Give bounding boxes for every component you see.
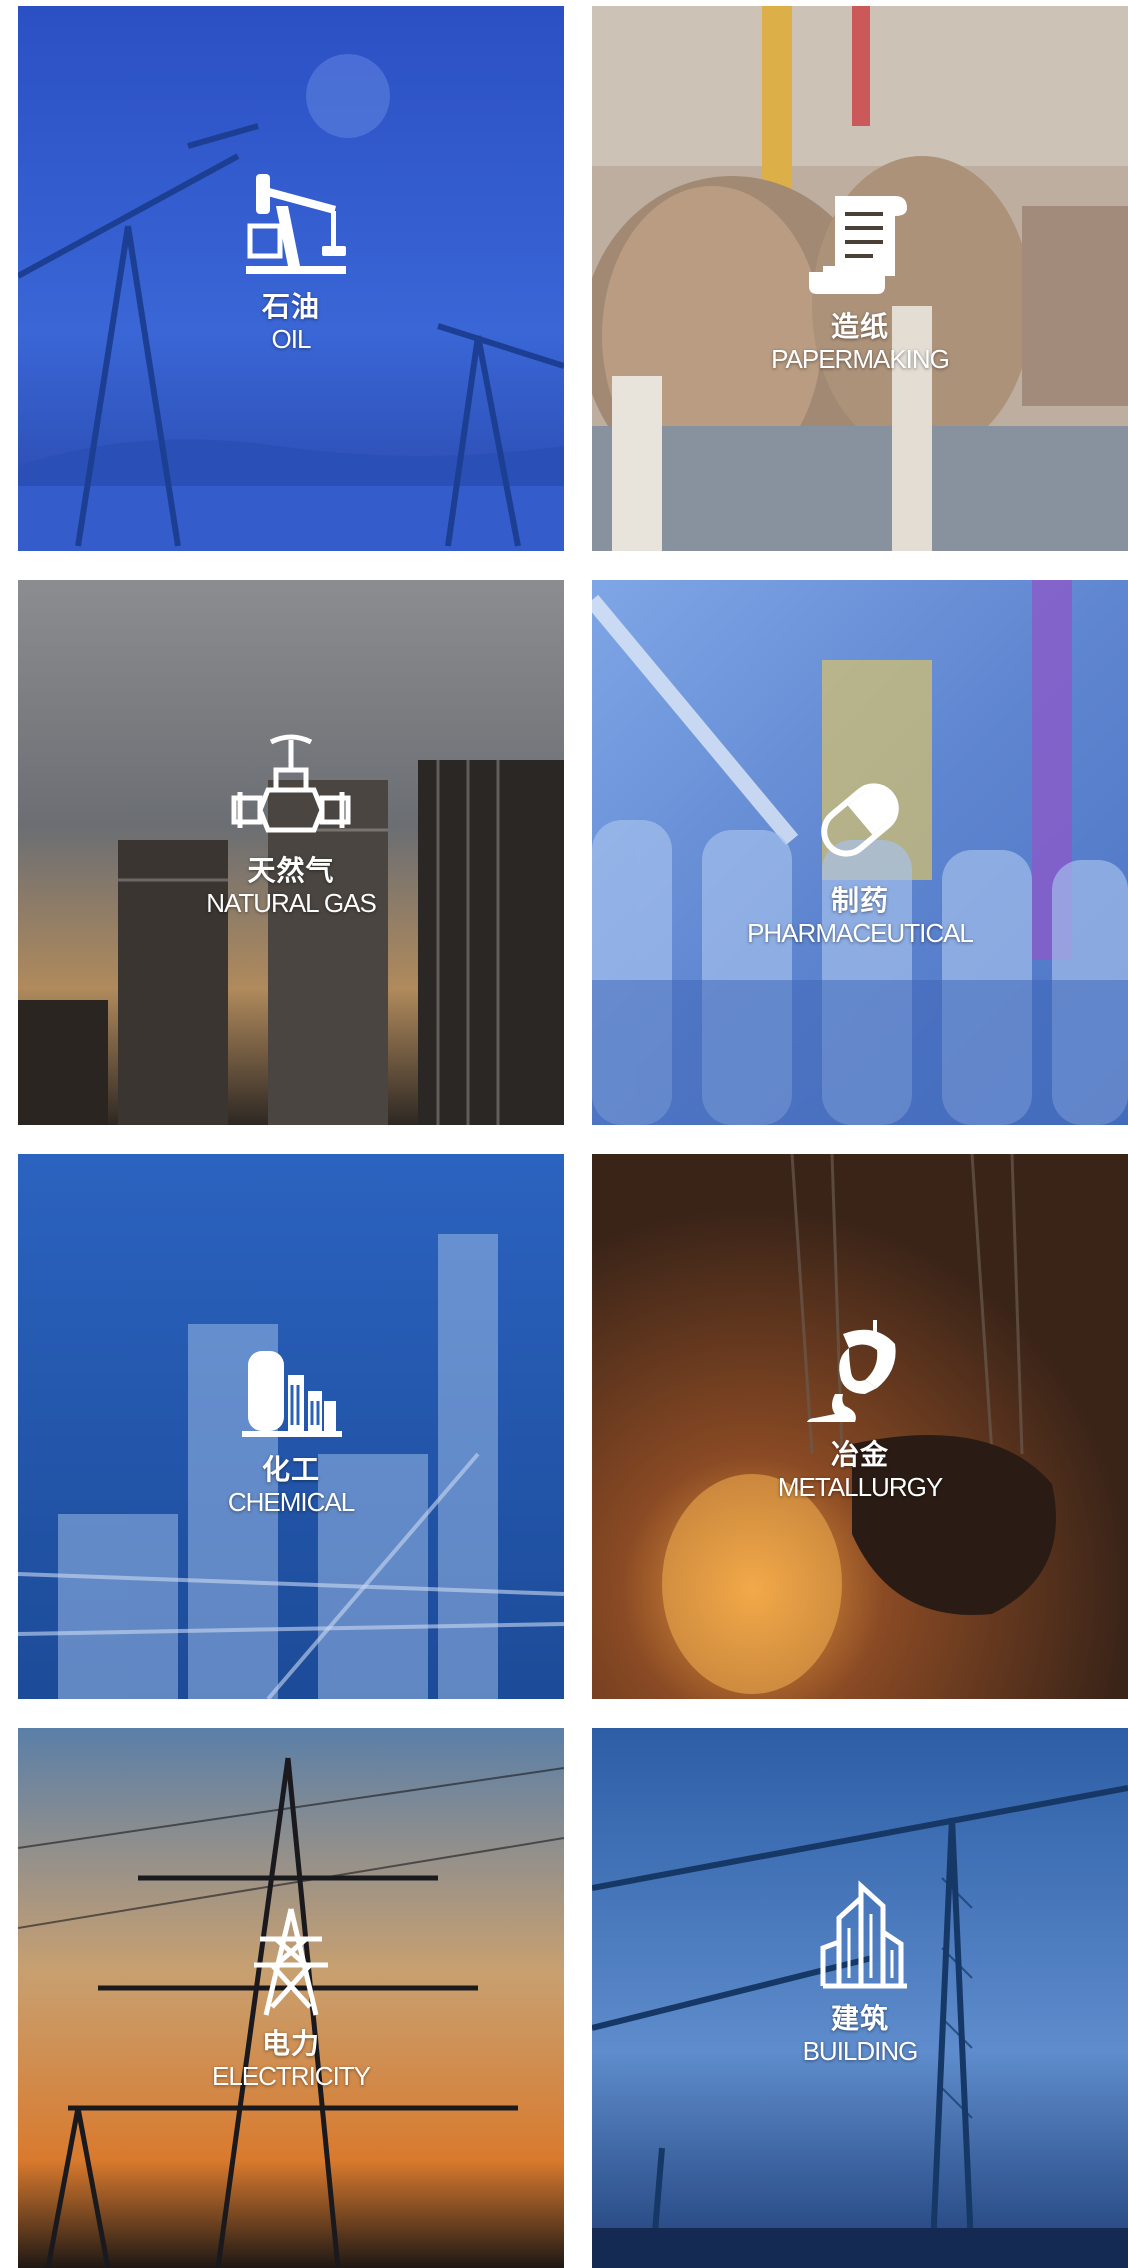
buildings-icon [820, 1880, 907, 1989]
paper-en-label: PAPERMAKING [771, 344, 950, 374]
tile-metallurgy[interactable]: 冶金 METALLURGY [592, 1154, 1128, 1699]
metal-cn-label: 冶金 [830, 1438, 889, 1471]
valve-icon [231, 734, 351, 833]
build-cn-label: 建筑 [830, 2002, 889, 2035]
tile-building[interactable]: 建筑 BUILDING [592, 1728, 1128, 2268]
tile-pharmaceutical[interactable]: 制药 PHARMACEUTICAL [592, 580, 1128, 1125]
pharma-label-group: 制药 PHARMACEUTICAL [592, 760, 1128, 948]
elec-cn-label: 电力 [261, 2027, 320, 2060]
power-tower-icon [254, 1908, 328, 2016]
pharma-en-label: PHARMACEUTICAL [747, 918, 974, 948]
oil-pump-icon [246, 174, 346, 274]
industry-grid: 石油 OIL 造纸 PAPERMAKING 天然气 NATURAL GAS 制药… [0, 0, 1128, 2268]
tile-chemical[interactable]: 化工 CHEMICAL [18, 1154, 564, 1699]
chem-label-group: 化工 CHEMICAL [18, 1329, 564, 1517]
tile-oil[interactable]: 石油 OIL [18, 6, 564, 551]
paper-scroll-icon [809, 196, 907, 294]
build-label-group: 建筑 BUILDING [592, 1878, 1128, 2066]
oil-label-group: 石油 OIL [18, 166, 564, 354]
elec-label-group: 电力 ELECTRICITY [18, 1903, 564, 2091]
paper-cn-label: 造纸 [830, 310, 889, 343]
gas-en-label: NATURAL GAS [206, 888, 377, 918]
paper-label-group: 造纸 PAPERMAKING [592, 186, 1128, 374]
ladle-icon [807, 1320, 896, 1422]
pharma-cn-label: 制药 [830, 884, 889, 917]
build-en-label: BUILDING [802, 2036, 919, 2066]
capsule-icon [821, 783, 899, 857]
oil-en-label: OIL [271, 324, 312, 354]
chem-cn-label: 化工 [261, 1453, 320, 1486]
chemical-plant-icon [242, 1351, 342, 1437]
metal-label-group: 冶金 METALLURGY [592, 1314, 1128, 1502]
oil-cn-label: 石油 [261, 290, 320, 323]
elec-en-label: ELECTRICITY [211, 2061, 371, 2091]
tile-natural-gas[interactable]: 天然气 NATURAL GAS [18, 580, 564, 1125]
gas-label-group: 天然气 NATURAL GAS [18, 730, 564, 918]
tile-electricity[interactable]: 电力 ELECTRICITY [18, 1728, 564, 2268]
gas-cn-label: 天然气 [247, 854, 335, 887]
tile-papermaking[interactable]: 造纸 PAPERMAKING [592, 6, 1128, 551]
metal-en-label: METALLURGY [777, 1472, 943, 1502]
chem-en-label: CHEMICAL [227, 1487, 355, 1517]
